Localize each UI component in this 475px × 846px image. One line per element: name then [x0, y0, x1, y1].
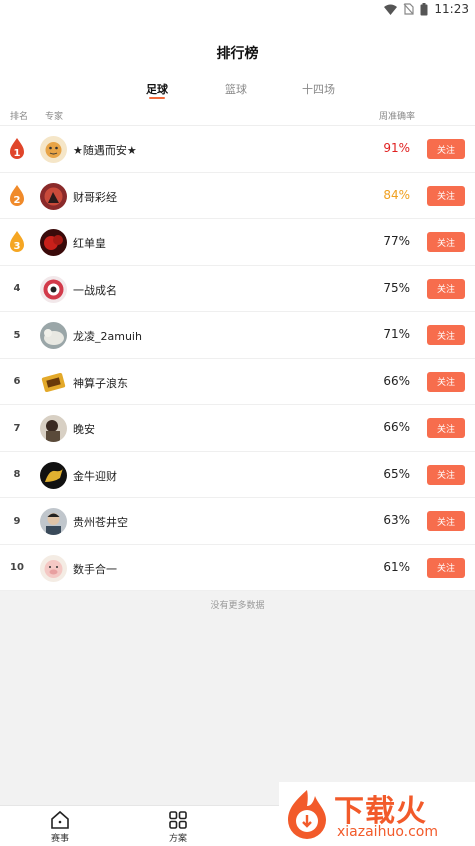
ranking-list: 1 ★随遇而安★ 91% 关注 2 财哥彩经 84% 关注 3 红单皇 77% …	[0, 126, 475, 591]
expert-name[interactable]: 金牛迎财	[73, 468, 117, 484]
accuracy-rate: 63%	[383, 513, 410, 527]
column-header: 排名 专家 周准确率	[0, 104, 475, 126]
svg-text:1: 1	[14, 148, 21, 159]
follow-button[interactable]: 关注	[427, 511, 465, 531]
expert-name[interactable]: ★随遇而安★	[73, 142, 137, 158]
expert-name[interactable]: 数手合一	[73, 561, 117, 577]
expert-name[interactable]: 财哥彩经	[73, 189, 117, 205]
rank-3-medal-icon: 3	[7, 231, 27, 252]
accuracy-rate: 84%	[383, 187, 410, 202]
accuracy-rate: 71%	[383, 327, 410, 341]
accuracy-rate: 66%	[383, 420, 410, 434]
tab-basketball[interactable]: 篮球	[225, 81, 247, 97]
follow-button[interactable]: 关注	[427, 278, 465, 299]
ranking-row[interactable]: 2 财哥彩经 84% 关注	[0, 173, 475, 219]
rank-number: 8	[13, 469, 21, 480]
status-bar: 11:23	[0, 0, 475, 22]
avatar[interactable]	[40, 275, 67, 303]
flame-logo-icon	[288, 790, 326, 839]
follow-button[interactable]: 关注	[427, 418, 465, 438]
rank-2-medal-icon: 2	[7, 184, 27, 206]
ranking-row[interactable]: 6 神算子浪东 66% 关注	[0, 359, 475, 405]
watermark: 下载火 xiazaihuo.com	[279, 782, 475, 846]
wifi-icon	[384, 4, 398, 15]
rank-number: 9	[13, 515, 21, 527]
expert-name[interactable]: 贵州苍井空	[73, 514, 128, 530]
follow-button[interactable]: 关注	[427, 464, 465, 485]
expert-name[interactable]: 一战成名	[73, 282, 117, 298]
watermark-url: xiazaihuo.com	[337, 824, 438, 840]
accuracy-rate: 75%	[383, 280, 410, 295]
status-icons: 11:23	[384, 2, 469, 16]
page-title: 排行榜	[216, 46, 259, 62]
no-more-data-text: 没有更多数据	[210, 601, 265, 611]
ranking-row[interactable]: 8 金牛迎财 65% 关注	[0, 452, 475, 498]
avatar[interactable]	[40, 136, 67, 163]
no-sim-icon	[403, 3, 415, 15]
avatar[interactable]	[40, 322, 67, 349]
header: 排行榜	[0, 22, 475, 78]
ranking-row[interactable]: 10 数手合一 61% 关注	[0, 545, 475, 591]
follow-button[interactable]: 关注	[427, 185, 465, 206]
avatar[interactable]	[40, 508, 67, 535]
avatar[interactable]	[40, 182, 67, 210]
home-icon	[51, 810, 69, 829]
rank-number: 10	[10, 562, 24, 573]
accuracy-rate: 77%	[383, 234, 410, 248]
rank-number: 6	[13, 376, 21, 387]
ranking-row[interactable]: 5 龙凌_2amuih 71% 关注	[0, 312, 475, 359]
ranking-row[interactable]: 1 ★随遇而安★ 91% 关注	[0, 126, 475, 173]
avatar[interactable]	[40, 554, 67, 582]
expert-name[interactable]: 红单皇	[73, 235, 106, 251]
grid-icon	[169, 811, 187, 829]
expert-name[interactable]: 神算子浪东	[73, 375, 128, 391]
follow-button[interactable]: 关注	[427, 139, 465, 159]
avatar[interactable]	[40, 229, 67, 256]
tab-active-indicator	[149, 97, 165, 99]
ranking-row[interactable]: 7 晚安 66% 关注	[0, 405, 475, 452]
follow-button[interactable]: 关注	[427, 557, 465, 578]
col-expert-label: 专家	[45, 112, 64, 122]
col-rank-label: 排名	[10, 112, 29, 122]
accuracy-rate: 91%	[383, 141, 410, 155]
tab-fourteen-games[interactable]: 十四场	[302, 81, 335, 97]
follow-button[interactable]: 关注	[427, 325, 465, 345]
accuracy-rate: 66%	[383, 373, 410, 388]
rank-number: 4	[13, 283, 21, 294]
tab-bar: 足球 篮球 十四场	[0, 78, 475, 104]
nav-label: 赛事	[50, 834, 69, 844]
follow-button[interactable]: 关注	[427, 371, 465, 392]
avatar[interactable]	[40, 461, 67, 489]
tab-football[interactable]: 足球	[146, 81, 168, 97]
svg-text:2: 2	[14, 195, 21, 206]
status-time: 11:23	[434, 2, 469, 16]
ranking-row[interactable]: 4 一战成名 75% 关注	[0, 266, 475, 312]
nav-label: 方案	[168, 834, 187, 844]
rank-1-medal-icon: 1	[7, 138, 27, 159]
ranking-row[interactable]: 3 红单皇 77% 关注	[0, 219, 475, 266]
battery-icon	[420, 2, 428, 15]
nav-item-plans[interactable]: 方案	[153, 810, 203, 844]
expert-name[interactable]: 龙凌_2amuih	[73, 328, 142, 344]
rank-number: 7	[13, 422, 21, 434]
nav-item-events[interactable]: 赛事	[35, 810, 85, 844]
col-rate-label: 周准确率	[379, 112, 416, 122]
ranking-row[interactable]: 9 贵州苍井空 63% 关注	[0, 498, 475, 545]
svg-text:3: 3	[14, 241, 21, 252]
accuracy-rate: 65%	[383, 466, 410, 481]
avatar[interactable]	[40, 415, 67, 442]
rank-number: 5	[13, 329, 21, 341]
follow-button[interactable]: 关注	[427, 232, 465, 252]
expert-name[interactable]: 晚安	[73, 421, 95, 437]
avatar[interactable]	[40, 368, 67, 396]
accuracy-rate: 61%	[383, 559, 410, 574]
